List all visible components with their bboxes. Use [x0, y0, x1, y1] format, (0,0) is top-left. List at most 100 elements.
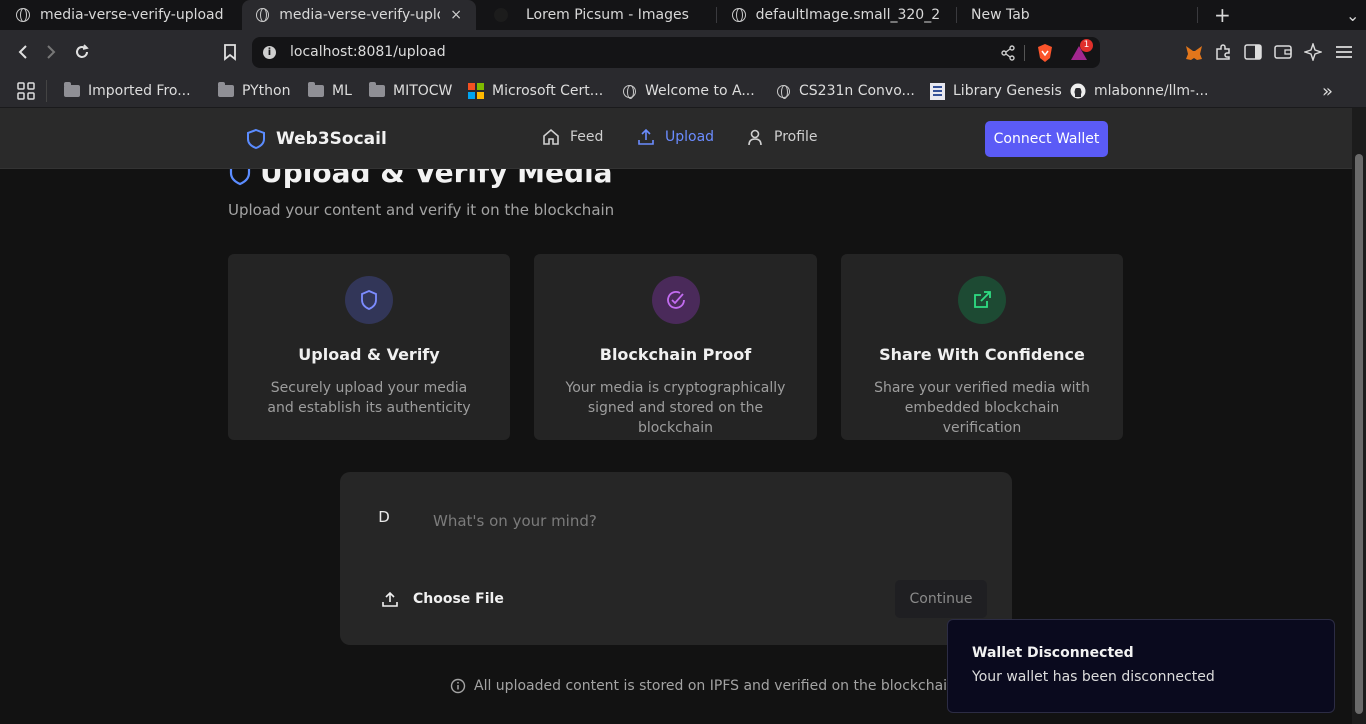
share-icon[interactable] — [1000, 45, 1016, 61]
tab-default-image[interactable]: defaultImage.small_320_24( — [718, 0, 954, 30]
microsoft-icon — [468, 83, 484, 99]
new-tab-button[interactable]: + — [1200, 0, 1231, 30]
info-icon — [450, 678, 466, 694]
tab-new-tab[interactable]: New Tab — [957, 0, 1197, 30]
user-icon — [748, 129, 762, 146]
forward-button[interactable] — [38, 39, 64, 65]
toast-message: Your wallet has been disconnected — [972, 669, 1215, 685]
bookmark-label: mlabonne/llm-... — [1094, 83, 1209, 99]
feature-icon-circle — [345, 276, 393, 324]
page-scrollbar[interactable] — [1352, 108, 1366, 724]
bookmark-label: ML — [332, 83, 352, 99]
rewards-badge: 1 — [1080, 39, 1093, 52]
brand-logo[interactable]: Web3Socail — [246, 128, 387, 150]
shield-icon — [361, 290, 377, 310]
bookmark-ml[interactable]: ML — [308, 81, 352, 101]
tab-label: Lorem Picsum - Images — [526, 7, 689, 23]
bookmark-python[interactable]: PYthon — [218, 81, 291, 101]
reload-icon — [76, 44, 89, 58]
site-info-icon[interactable]: i — [263, 46, 276, 59]
bookmark-label: CS231n Convo... — [799, 83, 915, 99]
leo-ai-icon[interactable] — [1304, 43, 1322, 61]
nav-upload[interactable]: Upload — [637, 128, 714, 146]
reload-button[interactable] — [69, 39, 95, 65]
address-bar[interactable]: i localhost:8081/upload 1 — [252, 37, 1100, 68]
extensions-puzzle-icon[interactable] — [1214, 43, 1232, 61]
url-text[interactable]: localhost:8081/upload — [290, 44, 446, 60]
feature-title: Share With Confidence — [879, 345, 1085, 364]
globe-icon — [623, 84, 636, 99]
bookmark-label: Imported Fro... — [88, 83, 191, 99]
shield-icon — [247, 128, 265, 150]
brand-name: Web3Socail — [276, 129, 387, 149]
caption-input[interactable]: What's on your mind? — [433, 512, 597, 530]
folder-icon — [218, 82, 234, 97]
toast-title: Wallet Disconnected — [972, 645, 1134, 661]
check-circle-icon — [666, 291, 685, 309]
nav-feed[interactable]: Feed — [542, 128, 603, 146]
scrollbar-thumb[interactable] — [1355, 154, 1363, 714]
github-icon — [1070, 83, 1086, 99]
bookmark-github[interactable]: mlabonne/llm-... — [1070, 81, 1208, 101]
bookmark-button[interactable] — [217, 39, 243, 65]
feature-description: Securely upload your media and establish… — [267, 380, 471, 416]
upload-icon — [638, 128, 654, 145]
bookmark-label: PYthon — [242, 83, 291, 99]
nav-profile[interactable]: Profile — [746, 128, 818, 146]
bookmark-microsoft[interactable]: Microsoft Cert... — [468, 81, 603, 101]
apps-grid-icon[interactable] — [17, 82, 35, 100]
feature-title: Blockchain Proof — [599, 345, 752, 364]
choose-file-button[interactable]: Choose File — [381, 590, 504, 608]
tab-search-icon[interactable]: ⌄ — [1332, 0, 1362, 30]
tab-lorem-picsum[interactable]: Lorem Picsum - Images — [480, 0, 712, 30]
feature-description: Your media is cryptographically signed a… — [565, 380, 786, 436]
chevron-left-icon — [18, 45, 27, 59]
tab-label: media-verse-verify-upload — [40, 7, 224, 23]
tab-media-verse-1[interactable]: media-verse-verify-upload — [2, 0, 240, 30]
post-composer: D What's on your mind? Choose File Conti… — [340, 472, 1012, 645]
close-tab-icon[interactable]: × — [450, 7, 462, 23]
connect-wallet-button[interactable]: Connect Wallet — [985, 121, 1108, 157]
browser-toolbar: i localhost:8081/upload 1 — [0, 30, 1366, 74]
feature-icon-circle — [651, 276, 700, 324]
tab-label: defaultImage.small_320_24( — [755, 7, 940, 23]
home-icon — [543, 128, 559, 145]
bookmark-cs231n[interactable]: CS231n Convo... — [777, 81, 915, 101]
bookmark-imported[interactable]: Imported Fro... — [64, 81, 191, 101]
menu-icon[interactable] — [1335, 45, 1353, 59]
nav-feed-label: Feed — [570, 129, 604, 145]
divider — [46, 80, 47, 102]
feature-description: Share your verified media with embedded … — [874, 380, 1090, 436]
nav-profile-label: Profile — [774, 129, 818, 145]
wallet-icon[interactable] — [1274, 44, 1292, 60]
chevron-right-icon — [47, 45, 56, 59]
globe-icon — [256, 8, 270, 22]
folder-icon — [369, 82, 385, 97]
bookmarks-overflow-icon[interactable]: » — [1322, 81, 1333, 102]
continue-button[interactable]: Continue — [895, 580, 987, 618]
bookmark-welcome[interactable]: Welcome to A... — [623, 81, 755, 101]
storage-note-text: All uploaded content is stored on IPFS a… — [474, 678, 956, 694]
bookmark-mitocw[interactable]: MITOCW — [369, 81, 452, 101]
libgen-icon — [930, 82, 945, 100]
sidebar-toggle-icon[interactable] — [1244, 44, 1262, 60]
nav-upload-label: Upload — [665, 129, 715, 145]
tab-label: New Tab — [971, 7, 1030, 23]
bookmarks-bar: Imported Fro... PYthon ML MITOCW Microso… — [0, 74, 1366, 108]
bookmark-libgen[interactable]: Library Genesis — [930, 81, 1062, 101]
tab-divider — [716, 7, 717, 23]
bookmark-label: Microsoft Cert... — [492, 83, 604, 99]
globe-icon — [16, 8, 30, 22]
tab-strip: media-verse-verify-upload media-verse-ve… — [0, 0, 1366, 30]
bookmark-label: Welcome to A... — [645, 83, 755, 99]
brave-shield-icon[interactable] — [1036, 43, 1054, 63]
choose-file-label: Choose File — [413, 591, 504, 607]
page-subtitle: Upload your content and verify it on the… — [228, 201, 615, 219]
avatar: D — [378, 508, 390, 526]
bookmark-label: Library Genesis — [953, 83, 1062, 99]
metamask-fox-icon[interactable] — [1184, 44, 1204, 62]
toast-notification[interactable]: Wallet Disconnected Your wallet has been… — [947, 619, 1335, 713]
back-button[interactable] — [10, 39, 36, 65]
tab-media-verse-2[interactable]: media-verse-verify-uploa × — [242, 0, 476, 30]
bookmark-icon — [224, 44, 236, 61]
